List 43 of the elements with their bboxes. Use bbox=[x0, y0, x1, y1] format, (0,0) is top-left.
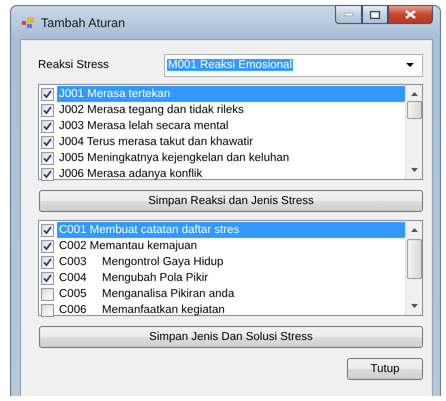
checkbox[interactable] bbox=[41, 152, 54, 164]
close-button[interactable] bbox=[388, 5, 433, 24]
checkbox[interactable] bbox=[41, 240, 54, 252]
checkbox[interactable] bbox=[41, 104, 54, 116]
list-item[interactable]: C003 Mengontrol Gaya Hidup bbox=[57, 254, 405, 270]
list-item[interactable]: J005 Meningkatnya kejengkelan dan keluhan bbox=[57, 150, 405, 166]
scroll-down-icon[interactable] bbox=[410, 168, 418, 172]
list-item[interactable]: C002 Memantau kemajuan bbox=[57, 238, 405, 254]
scroll-up-icon[interactable] bbox=[410, 92, 418, 96]
app-icon bbox=[22, 17, 34, 28]
close-dialog-button[interactable]: Tutup bbox=[347, 358, 423, 380]
checkbox[interactable] bbox=[41, 256, 54, 268]
checkbox[interactable] bbox=[41, 224, 54, 236]
minimize-icon bbox=[344, 13, 353, 16]
checkbox[interactable] bbox=[41, 304, 54, 316]
scroll-down-icon[interactable] bbox=[410, 304, 418, 308]
list-item[interactable]: C006 Memanfaatkan kegiatan bbox=[57, 302, 405, 318]
scrollbar-thumb[interactable] bbox=[407, 239, 422, 279]
window-title: Tambah Aturan bbox=[41, 16, 126, 30]
checkbox[interactable] bbox=[41, 272, 54, 284]
close-icon bbox=[405, 10, 416, 19]
scrollbar[interactable] bbox=[405, 221, 422, 315]
list-item[interactable]: J004 Terus merasa takut dan khawatir bbox=[57, 134, 405, 150]
checkbox[interactable] bbox=[41, 288, 54, 300]
save-solusi-button[interactable]: Simpan Jenis Dan Solusi Stress bbox=[39, 326, 423, 348]
list-item[interactable]: J003 Merasa lelah secara mental bbox=[57, 118, 405, 134]
field-label: Reaksi Stress bbox=[38, 59, 110, 71]
scroll-up-icon[interactable] bbox=[410, 228, 418, 232]
checkbox[interactable] bbox=[41, 168, 54, 180]
maximize-button[interactable] bbox=[362, 5, 388, 24]
list-item[interactable]: J006 Merasa adanya konflik bbox=[57, 166, 405, 182]
list-item[interactable]: C005 Menganalisa Pikiran anda bbox=[57, 286, 405, 302]
save-reaksi-button[interactable]: Simpan Reaksi dan Jenis Stress bbox=[39, 190, 423, 212]
list-item[interactable]: J002 Merasa tegang dan tidak rileks bbox=[57, 102, 405, 118]
list-item[interactable]: C004 Mengubah Pola Pikir bbox=[57, 270, 405, 286]
checkbox[interactable] bbox=[41, 120, 54, 132]
minimize-button[interactable] bbox=[335, 5, 362, 24]
scrollbar[interactable] bbox=[405, 85, 422, 179]
checkbox[interactable] bbox=[41, 136, 54, 148]
checkbox[interactable] bbox=[41, 88, 54, 100]
maximize-icon bbox=[370, 10, 380, 18]
scrollbar-thumb[interactable] bbox=[407, 101, 422, 119]
dropdown-caret-icon bbox=[406, 63, 414, 67]
